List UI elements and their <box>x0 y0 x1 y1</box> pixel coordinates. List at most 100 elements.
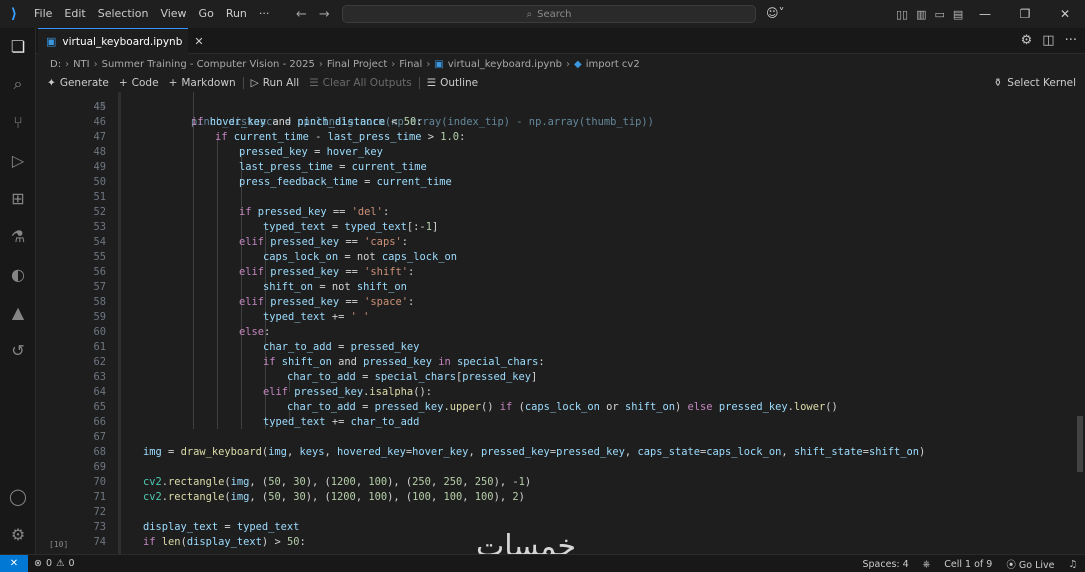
breadcrumb-final[interactable]: Final <box>399 59 422 70</box>
testing-icon[interactable]: ⚗ <box>0 224 36 248</box>
breadcrumb-cell[interactable]: import cv2 <box>586 59 640 70</box>
run-all-button[interactable]: ▷ Run All <box>246 77 305 89</box>
indentation-status[interactable]: Spaces: 4 <box>863 559 909 570</box>
tab-label: virtual_keyboard.ipynb <box>62 35 183 48</box>
manage-gear-icon[interactable]: ⚙ <box>0 522 36 546</box>
search-view-icon[interactable]: ⌕ <box>0 72 36 96</box>
run-debug-icon[interactable]: ▷ <box>0 148 36 172</box>
problems-indicator[interactable]: ⊗ 0 ⚠ 0 <box>34 558 75 569</box>
line-number: 46 <box>93 116 106 128</box>
toggle-panel-icon[interactable]: ▭ <box>935 8 945 21</box>
code-label: Code <box>131 76 159 89</box>
tab-virtual-keyboard[interactable]: ▣ virtual_keyboard.ipynb ✕ <box>38 28 204 54</box>
code-text: cv2.rectangle(img, (50, 30), (1200, 100)… <box>143 476 532 488</box>
line-number: 54 <box>93 236 106 248</box>
code-line: 46 if hover_key and pinch_distance < 50: <box>36 115 1074 130</box>
go-live-label: Go Live <box>1018 560 1055 571</box>
back-arrow-icon[interactable]: ← <box>296 7 307 22</box>
line-number: 70 <box>93 476 106 488</box>
add-code-button[interactable]: + Code <box>114 77 164 89</box>
divider <box>242 76 244 89</box>
line-number: 62 <box>93 356 106 368</box>
run-all-icon: ▷ <box>250 76 259 89</box>
source-control-icon[interactable]: ⑂ <box>0 110 36 134</box>
close-tab-icon[interactable]: ✕ <box>194 35 203 48</box>
remote-explorer-icon[interactable]: ◐ <box>0 262 36 286</box>
sparkle-icon: ✦ <box>47 76 56 89</box>
breadcrumb-drive[interactable]: D: <box>50 59 61 70</box>
code-line: 62 if shift_on and pressed_key in special… <box>36 355 1074 370</box>
code-line: 69 <box>36 460 1074 475</box>
menu-run[interactable]: Run <box>220 0 253 28</box>
code-text: shift_on = not shift_on <box>263 281 407 293</box>
breadcrumb: D: › NTI › Summer Training - Computer Vi… <box>50 57 640 71</box>
code-cell-editor[interactable]: 44 pinch_distance = np.linalg.norm(np.ar… <box>36 92 1074 554</box>
vertical-scrollbar[interactable] <box>1077 416 1083 472</box>
split-editor-icon[interactable]: ◫ <box>1042 33 1054 48</box>
add-markdown-button[interactable]: + Markdown <box>164 77 241 89</box>
menu-go[interactable]: Go <box>193 0 220 28</box>
breadcrumb-nti[interactable]: NTI <box>73 59 90 70</box>
code-line: 72 <box>36 505 1074 520</box>
menu-file[interactable]: File <box>28 0 58 28</box>
code-line: 67 <box>36 430 1074 445</box>
close-window-icon[interactable]: ✕ <box>1045 7 1085 21</box>
code-text: img = draw_keyboard(img, keys, hovered_k… <box>143 446 926 458</box>
code-text: typed_text += ' ' <box>263 311 370 323</box>
title-bar: ⟩ File Edit Selection View Go Run ··· ← … <box>0 0 1085 28</box>
cell-symbol-icon: ◆ <box>574 58 582 70</box>
settings-gear-icon[interactable]: ⚙ <box>1021 33 1033 48</box>
code-line: 44 pinch_distance = np.linalg.norm(np.ar… <box>36 92 1074 128</box>
generate-button[interactable]: ✦ Generate <box>42 77 114 89</box>
clear-all-outputs-button[interactable]: ☰ Clear All Outputs <box>304 77 417 89</box>
breadcrumb-file[interactable]: virtual_keyboard.ipynb <box>448 59 562 70</box>
outline-button[interactable]: ☰ Outline <box>422 77 483 89</box>
menu-edit[interactable]: Edit <box>58 0 91 28</box>
extensions-icon[interactable]: ⊞ <box>0 186 36 210</box>
line-number: 48 <box>93 146 106 158</box>
notebook-kernel-icon[interactable]: ⎈ <box>923 559 931 570</box>
code-text: if shift_on and pressed_key in special_c… <box>263 356 545 368</box>
notebook-icon: ▣ <box>46 35 57 48</box>
line-number: 49 <box>93 161 106 173</box>
command-center-search[interactable]: ⌕ Search <box>342 5 756 23</box>
minimize-icon[interactable]: — <box>965 7 1005 21</box>
toggle-primary-sidebar-icon[interactable]: ▥ <box>916 8 926 21</box>
code-text: if current_time - last_press_time > 1.0: <box>215 131 466 143</box>
breadcrumb-training[interactable]: Summer Training - Computer Vision - 2025 <box>102 59 315 70</box>
chevron-right-icon: › <box>318 58 323 70</box>
code-text: if len(display_text) > 50: <box>143 536 306 548</box>
restore-icon[interactable]: ❐ <box>1005 7 1045 21</box>
toggle-secondary-sidebar-icon[interactable]: ▤ <box>953 8 963 21</box>
line-number: 74 <box>93 536 106 548</box>
code-text: elif pressed_key == 'space': <box>239 296 415 308</box>
menu-view[interactable]: View <box>154 0 192 28</box>
select-kernel-button[interactable]: ⚱ Select Kernel <box>993 73 1076 92</box>
remote-indicator-icon[interactable]: ✕ <box>0 554 28 572</box>
menu-more[interactable]: ··· <box>253 0 276 28</box>
timeline-icon[interactable]: ↺ <box>0 338 36 362</box>
markdown-label: Markdown <box>181 76 236 89</box>
breadcrumb-final-project[interactable]: Final Project <box>327 59 387 70</box>
run-all-label: Run All <box>262 76 300 89</box>
line-number: 72 <box>93 506 106 518</box>
line-number: 66 <box>93 416 106 428</box>
menu-selection[interactable]: Selection <box>92 0 155 28</box>
line-number: 52 <box>93 206 106 218</box>
accounts-icon[interactable]: ◯ <box>0 484 36 508</box>
explorer-icon[interactable]: ❏ <box>0 34 36 58</box>
customize-layout-icon[interactable]: ▯▯ <box>896 8 908 21</box>
code-line: 47 if current_time - last_press_time > 1.… <box>36 130 1074 145</box>
code-text: else: <box>239 326 271 338</box>
status-bar: ✕ ⊗ 0 ⚠ 0 Spaces: 4 ⎈ Cell 1 of 9 ⦿ Go L… <box>0 554 1085 572</box>
azure-icon[interactable]: ▲ <box>0 300 36 324</box>
forward-arrow-icon[interactable]: → <box>319 7 330 22</box>
go-live-button[interactable]: ⦿ Go Live <box>1006 557 1054 571</box>
cell-position-status[interactable]: Cell 1 of 9 <box>944 559 992 570</box>
line-number: 73 <box>93 521 106 533</box>
plus-icon: + <box>118 76 128 89</box>
copilot-icon[interactable]: ☺˅ <box>766 6 785 20</box>
warning-count: 0 <box>68 558 75 569</box>
more-actions-icon[interactable]: ··· <box>1065 33 1077 48</box>
notifications-bell-icon[interactable]: ♫ <box>1068 559 1077 570</box>
